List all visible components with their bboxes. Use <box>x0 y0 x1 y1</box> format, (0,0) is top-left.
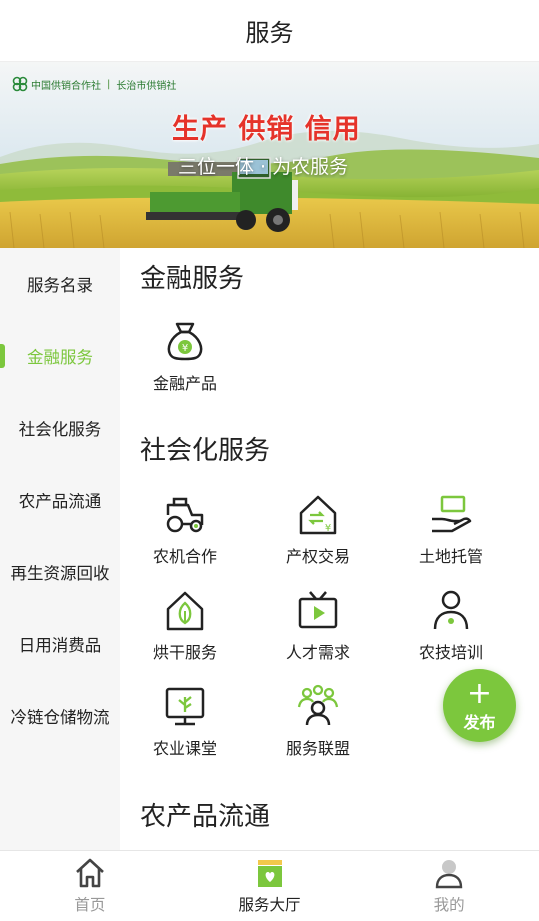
tab-home[interactable]: 首页 <box>0 851 180 921</box>
logo-separator: | <box>107 78 111 90</box>
group-icon <box>297 684 339 726</box>
sidebar-item-recycling[interactable]: 再生资源回收 <box>0 536 120 608</box>
service-label: 农业课堂 <box>152 739 217 758</box>
hand-land-icon <box>432 495 472 533</box>
home-icon <box>75 858 104 888</box>
coop-logo-icon <box>12 76 28 92</box>
sidebar-item-finance[interactable]: 金融服务 <box>0 320 120 392</box>
svg-text:¥: ¥ <box>182 343 188 354</box>
service-property-trade[interactable]: ¥ 产权交易 <box>263 491 373 567</box>
sidebar-item-label: 服务名录 <box>27 276 93 295</box>
service-hall-icon <box>257 860 282 887</box>
service-agri-class[interactable]: 农业课堂 <box>130 683 240 759</box>
service-farm-machinery[interactable]: 农机合作 <box>130 491 240 567</box>
banner-slogan: 生产 供销 信用 <box>172 114 361 145</box>
service-finance-product[interactable]: ¥ 金融产品 <box>130 318 240 394</box>
service-drying[interactable]: 烘干服务 <box>130 587 240 663</box>
tab-service-hall[interactable]: 服务大厅 <box>180 851 360 921</box>
person-icon <box>433 590 469 630</box>
service-label: 人才需求 <box>285 643 350 662</box>
top-bar: 服务 <box>0 0 539 62</box>
sidebar-item-social-service[interactable]: 社会化服务 <box>0 392 120 464</box>
section-title-finance: 金融服务 <box>140 264 245 294</box>
category-sidebar: 服务名录 金融服务 社会化服务 农产品流通 再生资源回收 日用消费品 冷链仓储物… <box>0 248 120 850</box>
service-label: 农技培训 <box>418 643 483 662</box>
service-label: 产权交易 <box>285 547 350 566</box>
service-page: 服务 中国供销合作社 | 长治市供销社 生产 供销 信用 三位一体 · 为农服务… <box>0 0 539 921</box>
sidebar-item-label: 再生资源回收 <box>10 564 110 583</box>
sidebar-item-label: 金融服务 <box>27 348 93 367</box>
monitor-plant-icon <box>165 687 205 726</box>
user-icon <box>435 860 463 889</box>
sidebar-item-label: 社会化服务 <box>18 420 102 439</box>
sidebar-item-label: 农产品流通 <box>18 492 102 511</box>
house-exchange-icon: ¥ <box>299 495 337 535</box>
sidebar-item-cold-chain[interactable]: 冷链仓储物流 <box>0 680 120 752</box>
tab-label: 首页 <box>74 896 106 914</box>
tractor-icon <box>166 497 204 533</box>
sidebar-item-label: 冷链仓储物流 <box>10 708 110 727</box>
logo-subtext: 长治市供销社 <box>116 80 177 92</box>
page-title: 服务 <box>245 19 294 47</box>
tab-label: 服务大厅 <box>238 896 301 914</box>
service-agri-training[interactable]: 农技培训 <box>396 587 506 663</box>
svg-text:¥: ¥ <box>325 523 331 534</box>
bottom-tab-bar: 首页 服务大厅 我的 <box>0 850 539 921</box>
logo-text: 中国供销合作社 <box>31 80 101 92</box>
service-label: 农机合作 <box>152 547 217 566</box>
service-label: 烘干服务 <box>152 643 217 662</box>
service-alliance[interactable]: 服务联盟 <box>263 683 373 759</box>
publish-button[interactable]: + 发布 <box>443 669 516 742</box>
service-land-trust[interactable]: 土地托管 <box>396 491 506 567</box>
coop-logo: 中国供销合作社 | 长治市供销社 <box>12 76 176 92</box>
sidebar-item-consumer-goods[interactable]: 日用消费品 <box>0 608 120 680</box>
service-label: 服务联盟 <box>285 739 350 758</box>
service-label: 土地托管 <box>418 547 483 566</box>
sidebar-item-label: 日用消费品 <box>18 636 102 655</box>
section-title-social: 社会化服务 <box>140 436 271 466</box>
section-title-produce: 农产品流通 <box>140 802 271 832</box>
publish-label: 发布 <box>463 713 496 732</box>
tab-mine[interactable]: 我的 <box>359 851 539 921</box>
tab-label: 我的 <box>433 896 465 914</box>
plus-icon: + <box>466 676 493 711</box>
banner-subslogan: 三位一体 · 为农服务 <box>178 156 349 178</box>
service-label: 金融产品 <box>152 374 217 393</box>
money-bag-icon: ¥ <box>167 322 203 361</box>
service-talent-demand[interactable]: 人才需求 <box>263 587 373 663</box>
sidebar-item-produce-circulation[interactable]: 农产品流通 <box>0 464 120 536</box>
house-leaf-icon <box>166 591 204 631</box>
tv-play-icon <box>298 591 338 629</box>
service-content: 金融服务 ¥ 金融产品 社会化服务 农机合作 ¥ 产权交易 土地托管 烘干服务 … <box>120 248 539 850</box>
promo-banner[interactable]: 中国供销合作社 | 长治市供销社 生产 供销 信用 三位一体 · 为农服务 <box>0 62 539 248</box>
sidebar-item-directory[interactable]: 服务名录 <box>0 248 120 320</box>
